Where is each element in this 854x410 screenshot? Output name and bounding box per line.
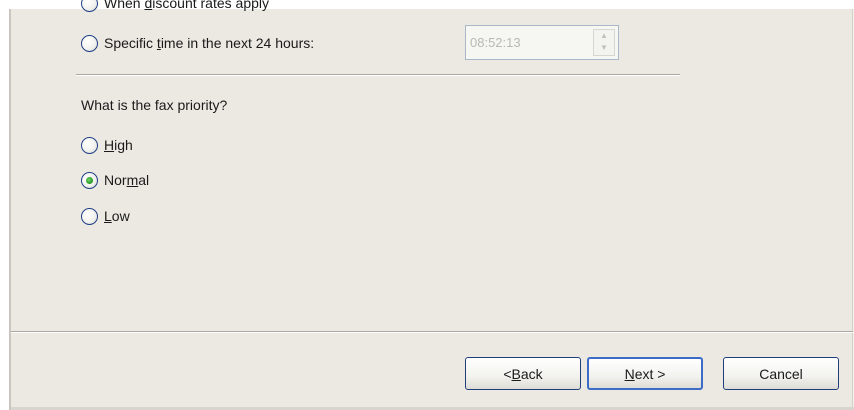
priority-normal-radio[interactable] bbox=[81, 171, 98, 189]
specific-time-radio[interactable] bbox=[81, 34, 98, 52]
spin-down-icon[interactable]: ▼ bbox=[594, 42, 614, 54]
fax-wizard-window: When discount rates apply Specific time … bbox=[9, 0, 854, 410]
priority-high-option[interactable]: High bbox=[81, 134, 133, 156]
button-area-separator bbox=[11, 331, 853, 333]
cancel-button[interactable]: Cancel bbox=[723, 357, 839, 390]
discount-rates-option[interactable]: When discount rates apply bbox=[81, 0, 269, 14]
specific-time-label: Specific time in the next 24 hours: bbox=[104, 35, 315, 51]
priority-low-label: Low bbox=[104, 208, 130, 224]
time-spinner[interactable]: ▲ ▼ bbox=[593, 29, 615, 56]
discount-rates-radio[interactable] bbox=[81, 0, 98, 12]
section-divider bbox=[76, 74, 680, 76]
time-input[interactable] bbox=[470, 30, 588, 54]
discount-rates-option-clip: When discount rates apply bbox=[81, 0, 269, 16]
priority-low-option[interactable]: Low bbox=[81, 205, 130, 227]
spin-up-icon[interactable]: ▲ bbox=[594, 30, 614, 42]
radio-selected-dot-icon bbox=[86, 176, 93, 184]
next-button[interactable]: Next > bbox=[587, 357, 703, 390]
priority-normal-label: Normal bbox=[104, 172, 150, 188]
discount-rates-label: When discount rates apply bbox=[104, 0, 269, 11]
priority-question: What is the fax priority? bbox=[81, 97, 228, 113]
priority-low-radio[interactable] bbox=[81, 207, 98, 225]
back-button[interactable]: < Back bbox=[465, 357, 581, 390]
specific-time-option[interactable]: Specific time in the next 24 hours: bbox=[81, 32, 314, 54]
priority-high-radio[interactable] bbox=[81, 136, 98, 154]
time-picker: ▲ ▼ bbox=[465, 25, 619, 60]
priority-normal-option[interactable]: Normal bbox=[81, 169, 149, 191]
priority-high-label: High bbox=[104, 137, 133, 153]
